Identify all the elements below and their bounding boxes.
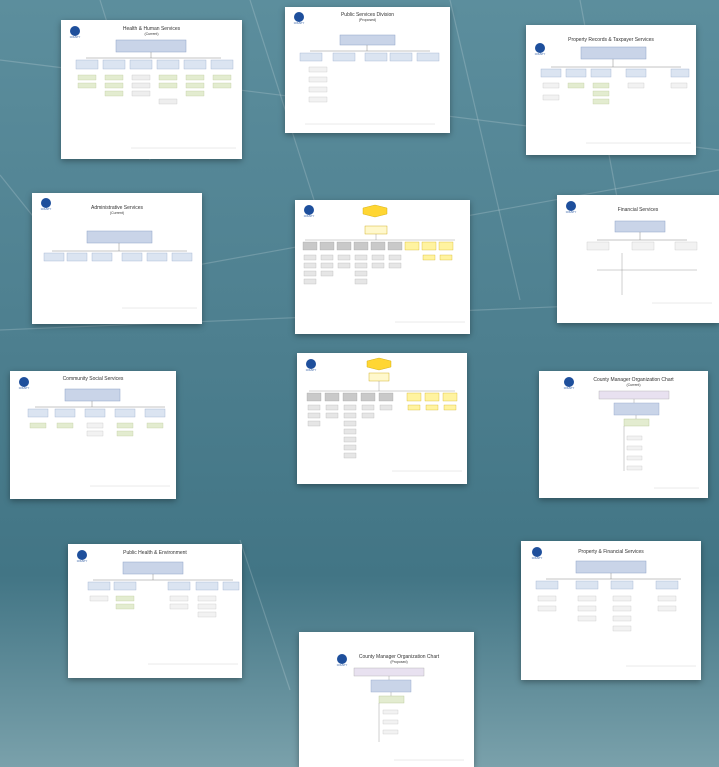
slide-public-services-division[interactable]: COUNTY Public Services Division (Propose… xyxy=(285,7,450,133)
org-chart xyxy=(598,390,699,489)
org-chart xyxy=(75,39,236,149)
slide-property-financial-services[interactable]: COUNTY Property & Financial Services xyxy=(521,541,701,680)
org-chart xyxy=(306,357,462,472)
slide-county-manager-chart-top[interactable]: COUNTY xyxy=(295,200,470,334)
org-chart xyxy=(299,34,440,125)
org-chart xyxy=(535,560,696,667)
slide-county-manager-chart-mid[interactable]: COUNTY xyxy=(297,353,467,484)
slide-county-manager-org-chart-proposed[interactable]: COUNTY County Manager Organization Chart… xyxy=(299,632,474,767)
slide-property-records-taxpayer[interactable]: COUNTY Property Records & Taxpayer Servi… xyxy=(526,25,696,155)
org-chart xyxy=(87,561,240,665)
slide-financial-services[interactable]: COUNTY Financial Services xyxy=(557,195,719,323)
org-chart xyxy=(586,220,712,304)
slide-public-health-environment[interactable]: COUNTY Public Health & Environment xyxy=(68,544,242,678)
slide-administrative-services[interactable]: COUNTY Administrative Services (Current) xyxy=(32,193,202,324)
slide-health-human-services[interactable]: COUNTY Health & Human Services (Current) xyxy=(61,20,242,159)
org-chart xyxy=(540,46,691,144)
org-chart xyxy=(302,204,465,323)
org-chart xyxy=(43,230,197,309)
org-chart xyxy=(353,667,464,761)
slide-county-manager-org-chart-current[interactable]: COUNTY County Manager Organization Chart… xyxy=(539,371,708,498)
slide-community-social-services[interactable]: COUNTY Community Social Services xyxy=(10,371,176,499)
org-chart xyxy=(27,388,170,487)
